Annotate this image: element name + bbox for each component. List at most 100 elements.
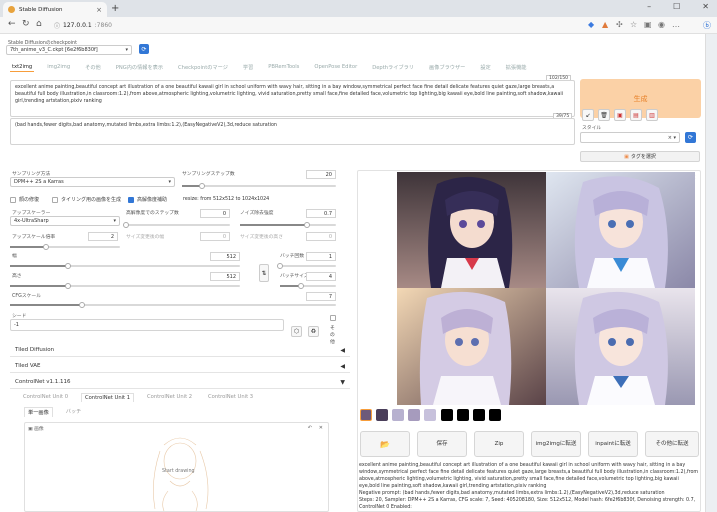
slider-knob[interactable] — [64, 263, 71, 269]
style-select[interactable]: × ▾ — [580, 132, 680, 143]
steps-slider[interactable] — [182, 183, 336, 189]
browser-tab[interactable]: Stable Diffusion × — [3, 2, 107, 17]
tab-3[interactable]: PNG内の情報を表示 — [114, 63, 165, 72]
slider-knob[interactable] — [304, 222, 311, 228]
refresh-style-button[interactable]: ⟳ — [685, 132, 696, 143]
tiled-diffusion-accordion[interactable]: Tiled Diffusion ◀ — [10, 344, 350, 357]
maximize-icon[interactable]: ☐ — [673, 2, 680, 11]
thumbnail-5[interactable] — [441, 409, 453, 421]
denoise-slider[interactable] — [240, 222, 336, 228]
controlnet-subtab-0[interactable]: 単一画像 — [24, 407, 53, 417]
controlnet-unit-tab-3[interactable]: ControlNet Unit 3 — [205, 393, 256, 402]
batch-count-slider[interactable] — [277, 263, 336, 269]
extension-icon[interactable]: ▲ — [602, 20, 608, 29]
tiled-vae-accordion[interactable]: Tiled VAE ◀ — [10, 360, 350, 373]
hires-checkbox[interactable]: 高解像度補助 — [128, 196, 167, 203]
width-input[interactable]: 512 — [210, 252, 240, 261]
tab-1[interactable]: img2img — [45, 63, 72, 72]
puzzle-icon[interactable]: ✣ — [616, 20, 623, 29]
generated-image-grid[interactable] — [397, 172, 695, 405]
back-icon[interactable]: ← — [8, 19, 16, 29]
checkpoint-select[interactable]: 7th_anime_v3_C.ckpt [6e2f6b830f] ▾ — [6, 45, 132, 55]
close-icon[interactable]: ✕ — [319, 425, 323, 431]
hires-steps-input[interactable]: 0 — [200, 209, 230, 218]
close-tab-icon[interactable]: × — [96, 6, 102, 14]
clipboard-icon[interactable]: ▤ — [630, 109, 642, 121]
cfg-slider[interactable] — [10, 302, 336, 308]
upscale-by-input[interactable]: 2 — [88, 232, 118, 241]
send-to-img2img-button[interactable]: img2imgに転送 — [531, 431, 581, 457]
dice-icon[interactable]: ⬡ — [291, 326, 302, 337]
tab-11[interactable]: 拡張機能 — [504, 63, 529, 72]
tab-2[interactable]: その他 — [83, 63, 103, 72]
height-slider[interactable] — [10, 283, 240, 289]
width-slider[interactable] — [10, 263, 240, 269]
batch-count-input[interactable]: 1 — [306, 252, 336, 261]
denoise-input[interactable]: 0.7 — [306, 209, 336, 218]
slider-knob[interactable] — [298, 283, 305, 289]
open-folder-button[interactable]: 📂 — [360, 431, 410, 457]
minimize-icon[interactable]: – — [647, 2, 651, 11]
controlnet-subtab-1[interactable]: バッチ — [63, 407, 85, 417]
batch-size-slider[interactable] — [280, 283, 336, 289]
upscale-by-slider[interactable] — [10, 244, 120, 250]
profile-icon[interactable]: ◉ — [658, 20, 665, 29]
steps-input[interactable]: 20 — [306, 170, 336, 179]
thumbnail-8[interactable] — [489, 409, 501, 421]
new-tab-icon[interactable]: + — [111, 3, 119, 14]
address-bar[interactable]: ⓘ 127.0.0.1:7860 — [54, 19, 584, 31]
refresh-checkpoint-button[interactable]: ⟳ — [139, 44, 149, 54]
slider-knob[interactable] — [64, 283, 71, 289]
resize-height-input[interactable]: 0 — [306, 232, 336, 241]
tab-5[interactable]: 学習 — [241, 63, 255, 72]
favorites-icon[interactable]: ☆ — [630, 20, 637, 29]
extra-seed-checkbox[interactable]: その他 — [330, 315, 338, 345]
batch-size-input[interactable]: 4 — [306, 272, 336, 281]
home-icon[interactable]: ⌂ — [36, 19, 42, 29]
tab-9[interactable]: 画像ブラウザー — [427, 63, 467, 72]
slider-knob[interactable] — [43, 244, 50, 250]
bing-icon[interactable]: ⓑ — [703, 20, 711, 31]
tag-icon[interactable]: ◆ — [588, 20, 594, 29]
controlnet-image-canvas[interactable]: ▣ 画像 ↶ ✕ Start drawing — [24, 422, 329, 512]
image-icon[interactable]: ▣ — [614, 109, 626, 121]
recycle-icon[interactable]: ♻ — [308, 326, 319, 337]
thumbnail-6[interactable] — [457, 409, 469, 421]
thumbnail-7[interactable] — [473, 409, 485, 421]
arrow-icon[interactable]: ↙ — [582, 109, 594, 121]
tab-0[interactable]: txt2img — [10, 63, 35, 72]
slider-knob[interactable] — [277, 263, 283, 269]
swap-dimensions-icon[interactable]: ⇅ — [259, 264, 269, 282]
close-window-icon[interactable]: ✕ — [702, 2, 709, 11]
resize-width-input[interactable]: 0 — [200, 232, 230, 241]
reload-icon[interactable]: ↻ — [22, 19, 30, 29]
tab-4[interactable]: Checkpointのマージ — [176, 63, 230, 72]
send-to-inpaint-button[interactable]: inpaintに転送 — [588, 431, 638, 457]
seed-input[interactable]: -1 — [10, 319, 284, 331]
sampler-select[interactable]: DPM++ 2S a Karras ▾ — [10, 177, 175, 187]
height-input[interactable]: 512 — [210, 272, 240, 281]
tab-8[interactable]: Depthライブラリ — [370, 63, 416, 72]
save-button[interactable]: 保存 — [417, 431, 467, 457]
controlnet-unit-tab-2[interactable]: ControlNet Unit 2 — [144, 393, 195, 402]
zip-button[interactable]: Zip — [474, 431, 524, 457]
collections-icon[interactable]: ▣ — [644, 20, 652, 29]
menu-icon[interactable]: … — [672, 20, 680, 29]
tab-10[interactable]: 設定 — [478, 63, 492, 72]
controlnet-accordion[interactable]: ControlNet v1.1.116 ▼ — [10, 376, 350, 389]
slider-knob[interactable] — [78, 302, 85, 308]
face-restore-checkbox[interactable]: 顔の修復 — [10, 196, 39, 203]
slider-knob[interactable] — [123, 222, 129, 228]
thumbnail-3[interactable] — [408, 409, 420, 421]
upscaler-select[interactable]: 4x-UltraSharp ▾ — [10, 216, 120, 226]
cfg-input[interactable]: 7 — [306, 292, 336, 301]
send-to-extras-button[interactable]: その他に転送 — [645, 431, 699, 457]
hires-steps-slider[interactable] — [123, 222, 230, 228]
tiling-checkbox[interactable]: タイリング用の画像を生成 — [52, 196, 121, 203]
positive-prompt-textarea[interactable]: excellent anime painting,beautiful conce… — [10, 80, 575, 117]
trash-icon[interactable]: 🗑 — [598, 109, 610, 121]
thumbnail-2[interactable] — [392, 409, 404, 421]
tab-6[interactable]: PBRemTools — [266, 63, 301, 72]
controlnet-unit-tab-0[interactable]: ControlNet Unit 0 — [20, 393, 71, 402]
thumbnail-4[interactable] — [424, 409, 436, 421]
